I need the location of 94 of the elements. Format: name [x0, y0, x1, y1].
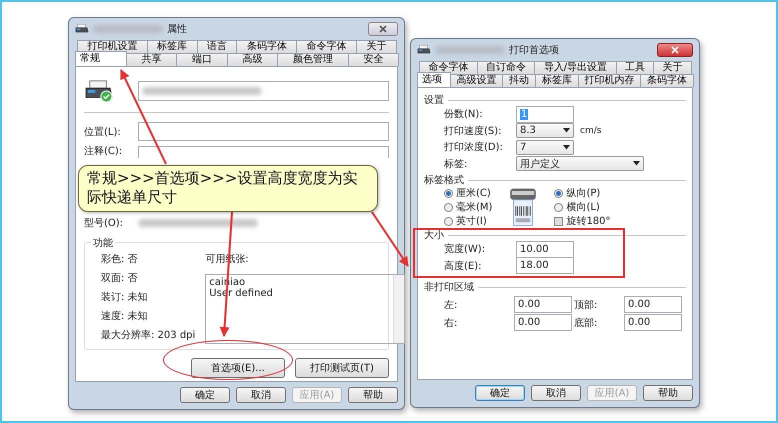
- tab[interactable]: 共享: [126, 53, 177, 66]
- field-label: 顶部:: [574, 298, 598, 312]
- dialog-button[interactable]: 帮助: [348, 387, 398, 403]
- dialog-button[interactable]: 帮助: [643, 385, 693, 401]
- window-title: 属性: [167, 22, 187, 36]
- group-title: 功能: [91, 236, 115, 250]
- field-label: 高度(E):: [444, 260, 482, 273]
- field-label: 右:: [444, 316, 458, 330]
- section-title: 标签格式: [424, 174, 464, 187]
- tab[interactable]: 颜色管理: [277, 53, 348, 66]
- tab[interactable]: 关于: [653, 61, 692, 74]
- tab[interactable]: 工具: [616, 61, 654, 74]
- margin-field[interactable]: 0.00: [624, 296, 682, 313]
- printer-icon: [84, 79, 114, 103]
- field-label: 宽度(W):: [444, 242, 486, 256]
- tab[interactable]: 导入/导出设置: [534, 61, 617, 74]
- field-label: 型号(O):: [84, 216, 124, 230]
- option-label: 英寸(I): [456, 214, 487, 228]
- dropdown-caret-icon: [563, 128, 570, 134]
- tab[interactable]: 命令字体: [419, 61, 478, 74]
- radio-button[interactable]: [554, 202, 564, 212]
- printer-icon: [417, 44, 431, 56]
- close-icon: [379, 25, 387, 33]
- field-label: 打印速度(S):: [444, 124, 503, 138]
- tab[interactable]: 常规: [75, 51, 126, 66]
- unit-label: cm/s: [580, 126, 602, 136]
- feature-text: 彩色: 否: [101, 253, 139, 266]
- tab[interactable]: 命令字体: [296, 40, 358, 53]
- close-icon: [671, 46, 679, 54]
- tab[interactable]: 条码字体: [640, 74, 694, 87]
- section-title: 设置: [424, 94, 444, 107]
- tab[interactable]: 关于: [356, 40, 397, 53]
- dialog-button[interactable]: 取消: [236, 387, 286, 403]
- option-label: 纵向(P): [566, 187, 600, 200]
- tab[interactable]: 选项: [417, 72, 451, 87]
- radio-button[interactable]: [554, 188, 564, 198]
- checkbox[interactable]: [554, 216, 564, 226]
- option-label: 横向(L): [566, 200, 600, 214]
- window-title: 打印首选项: [509, 44, 559, 57]
- tab[interactable]: 打印机内存: [578, 74, 642, 87]
- radio-button[interactable]: [444, 188, 453, 198]
- tab[interactable]: 条码字体: [236, 40, 298, 53]
- margin-field[interactable]: 0.00: [514, 314, 572, 331]
- feature-text: 双面: 否: [101, 272, 139, 285]
- dialog-button[interactable]: 确定: [180, 387, 230, 403]
- field-label: 位置(L):: [84, 126, 122, 138]
- comment-field[interactable]: [138, 146, 389, 158]
- blurred-text: [93, 25, 163, 33]
- feature-text: 最大分辨率: 203 dpi: [101, 328, 196, 342]
- close-button[interactable]: [657, 43, 693, 57]
- field-label: 打印浓度(D):: [444, 140, 504, 154]
- callout-text: 常规>>>首选项>>>设置高度宽度为实际快递单尺寸: [78, 165, 378, 212]
- option-label: 旋转180°: [566, 214, 611, 228]
- preferences-button[interactable]: 首选项(E)...: [191, 358, 285, 378]
- field-label: 底部:: [574, 316, 598, 330]
- feature-text: 速度: 未知: [101, 310, 149, 323]
- darkness-dropdown[interactable]: 7: [516, 140, 574, 155]
- field-label: 份数(N):: [444, 108, 484, 122]
- option-label: 厘米(C): [456, 186, 491, 200]
- tab[interactable]: 标签库: [146, 40, 198, 53]
- tab[interactable]: 语言: [196, 40, 238, 53]
- label-dropdown[interactable]: 用户定义: [516, 156, 644, 172]
- printer-name-field[interactable]: [138, 81, 389, 101]
- blurred-text: [435, 46, 505, 54]
- tab[interactable]: 高级: [226, 53, 278, 66]
- location-field[interactable]: [138, 122, 389, 141]
- height-field[interactable]: 18.00: [516, 257, 574, 274]
- tab[interactable]: 端口: [176, 53, 228, 66]
- radio-button[interactable]: [444, 216, 453, 226]
- dialog-button[interactable]: 确定: [475, 385, 525, 401]
- section-title: 非打印区域: [424, 280, 474, 294]
- dropdown-caret-icon: [563, 144, 570, 150]
- tab[interactable]: 自订命令: [476, 61, 536, 74]
- tab[interactable]: 安全: [348, 53, 399, 66]
- field-label: 注释(C):: [84, 146, 124, 157]
- dialog-button[interactable]: 取消: [531, 385, 581, 401]
- margin-field[interactable]: 0.00: [624, 314, 682, 331]
- tab[interactable]: 抖动: [502, 74, 536, 87]
- annotation-arrow: [371, 211, 409, 267]
- close-button[interactable]: [368, 22, 398, 36]
- margin-field[interactable]: 0.00: [514, 296, 572, 313]
- dropdown-caret-icon: [633, 161, 640, 166]
- section-title: 大小: [424, 229, 444, 242]
- printer-icon: [75, 23, 89, 35]
- speed-dropdown[interactable]: 8.3: [516, 123, 574, 138]
- field-label: 左:: [444, 298, 458, 312]
- tab[interactable]: 高级设置: [450, 74, 504, 87]
- tab[interactable]: 标签库: [535, 74, 579, 87]
- feature-text: 装订: 未知: [101, 290, 149, 304]
- option-label: 毫米(M): [456, 200, 492, 214]
- width-field[interactable]: 10.00: [516, 240, 574, 258]
- radio-button[interactable]: [444, 202, 453, 212]
- print-test-page-button[interactable]: 打印测试页(T): [295, 358, 389, 378]
- field-label: 标签:: [444, 158, 468, 171]
